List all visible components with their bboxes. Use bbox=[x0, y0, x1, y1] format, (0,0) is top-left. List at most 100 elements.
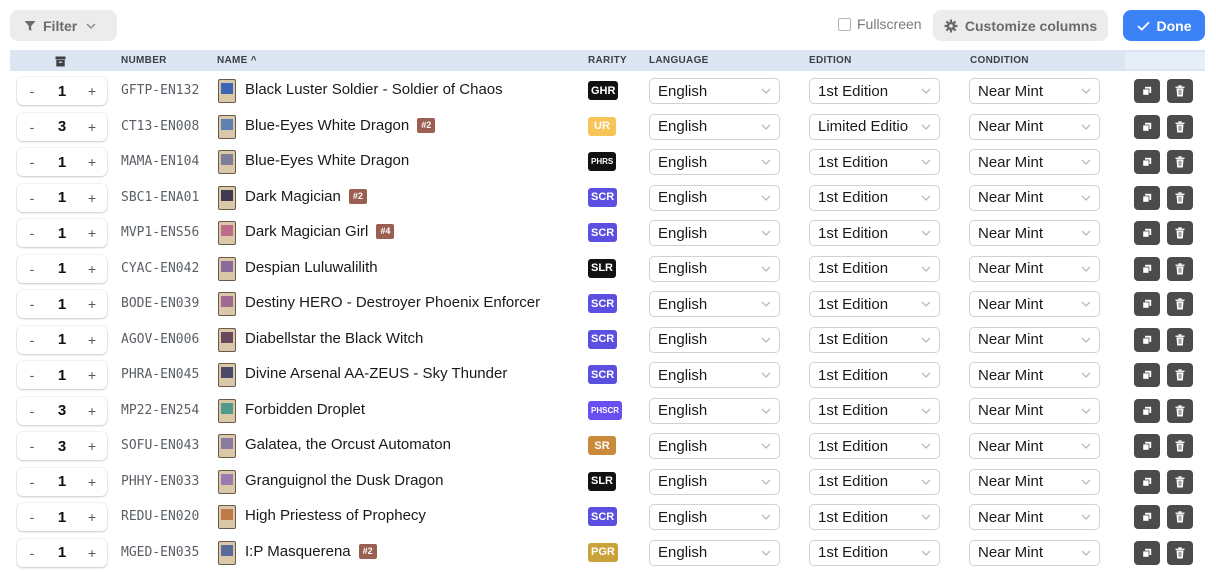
language-select[interactable]: English bbox=[649, 255, 780, 282]
card-name[interactable]: Blue-Eyes White Dragon bbox=[245, 117, 409, 134]
card-name[interactable]: High Priestess of Prophecy bbox=[245, 507, 426, 524]
copy-button[interactable] bbox=[1134, 150, 1160, 174]
increment-button[interactable]: + bbox=[87, 190, 97, 206]
language-select[interactable]: English bbox=[649, 362, 780, 388]
edition-select[interactable]: Limited Editio bbox=[809, 113, 940, 140]
language-select[interactable]: English bbox=[649, 220, 780, 246]
column-header-edition[interactable]: EDITION bbox=[809, 50, 852, 71]
increment-button[interactable]: + bbox=[87, 83, 97, 99]
quantity-stepper[interactable]: - 1 + bbox=[17, 77, 107, 105]
quantity-stepper[interactable]: - 1 + bbox=[17, 503, 107, 531]
increment-button[interactable]: + bbox=[87, 332, 97, 348]
edition-select[interactable]: 1st Edition bbox=[809, 504, 940, 530]
edition-select[interactable]: 1st Edition bbox=[809, 255, 940, 282]
done-button[interactable]: Done bbox=[1123, 10, 1205, 41]
card-name[interactable]: Galatea, the Orcust Automaton bbox=[245, 436, 451, 453]
decrement-button[interactable]: - bbox=[27, 154, 37, 170]
decrement-button[interactable]: - bbox=[27, 190, 37, 206]
delete-button[interactable] bbox=[1167, 505, 1193, 529]
card-name[interactable]: Black Luster Soldier - Soldier of Chaos bbox=[245, 81, 503, 98]
condition-select[interactable]: Near Mint bbox=[969, 220, 1100, 246]
increment-button[interactable]: + bbox=[87, 509, 97, 525]
language-select[interactable]: English bbox=[649, 149, 780, 175]
delete-button[interactable] bbox=[1167, 434, 1193, 458]
language-select[interactable]: English bbox=[649, 397, 780, 424]
copy-button[interactable] bbox=[1134, 505, 1160, 529]
increment-button[interactable]: + bbox=[87, 474, 97, 490]
condition-select[interactable]: Near Mint bbox=[969, 291, 1100, 317]
condition-select[interactable]: Near Mint bbox=[969, 397, 1100, 424]
condition-select[interactable]: Near Mint bbox=[969, 113, 1100, 140]
increment-button[interactable]: + bbox=[87, 225, 97, 241]
edition-select[interactable]: 1st Edition bbox=[809, 291, 940, 317]
edition-select[interactable]: 1st Edition bbox=[809, 433, 940, 459]
increment-button[interactable]: + bbox=[87, 261, 97, 277]
delete-button[interactable] bbox=[1167, 256, 1193, 281]
decrement-button[interactable]: - bbox=[27, 545, 37, 561]
quantity-stepper[interactable]: - 1 + bbox=[17, 290, 107, 318]
card-name[interactable]: Divine Arsenal AA-ZEUS - Sky Thunder bbox=[245, 365, 507, 382]
edition-select[interactable]: 1st Edition bbox=[809, 539, 940, 566]
language-select[interactable]: English bbox=[649, 539, 780, 566]
fullscreen-toggle[interactable]: Fullscreen bbox=[838, 16, 922, 32]
column-header-rarity[interactable]: RARITY bbox=[588, 50, 627, 71]
edition-select[interactable]: 1st Edition bbox=[809, 78, 940, 104]
decrement-button[interactable]: - bbox=[27, 367, 37, 383]
copy-button[interactable] bbox=[1134, 79, 1160, 103]
copy-button[interactable] bbox=[1134, 292, 1160, 316]
copy-button[interactable] bbox=[1134, 469, 1160, 494]
decrement-button[interactable]: - bbox=[27, 119, 37, 135]
language-select[interactable]: English bbox=[649, 184, 780, 211]
quantity-stepper[interactable]: - 3 + bbox=[17, 112, 107, 141]
filter-button[interactable]: Filter bbox=[10, 10, 117, 41]
delete-button[interactable] bbox=[1167, 79, 1193, 103]
edition-select[interactable]: 1st Edition bbox=[809, 326, 940, 353]
copy-button[interactable] bbox=[1134, 256, 1160, 281]
copy-button[interactable] bbox=[1134, 327, 1160, 352]
card-name[interactable]: Diabellstar the Black Witch bbox=[245, 330, 423, 347]
edition-select[interactable]: 1st Edition bbox=[809, 184, 940, 211]
copy-button[interactable] bbox=[1134, 221, 1160, 245]
card-name[interactable]: Despian Luluwalilith bbox=[245, 259, 378, 276]
increment-button[interactable]: + bbox=[87, 545, 97, 561]
increment-button[interactable]: + bbox=[87, 154, 97, 170]
increment-button[interactable]: + bbox=[87, 119, 97, 135]
decrement-button[interactable]: - bbox=[27, 225, 37, 241]
quantity-stepper[interactable]: - 1 + bbox=[17, 361, 107, 389]
condition-select[interactable]: Near Mint bbox=[969, 149, 1100, 175]
condition-select[interactable]: Near Mint bbox=[969, 255, 1100, 282]
card-name[interactable]: I:P Masquerena bbox=[245, 543, 351, 560]
delete-button[interactable] bbox=[1167, 185, 1193, 210]
edition-select[interactable]: 1st Edition bbox=[809, 468, 940, 495]
condition-select[interactable]: Near Mint bbox=[969, 504, 1100, 530]
language-select[interactable]: English bbox=[649, 504, 780, 530]
delete-button[interactable] bbox=[1167, 363, 1193, 387]
condition-select[interactable]: Near Mint bbox=[969, 184, 1100, 211]
quantity-stepper[interactable]: - 1 + bbox=[17, 183, 107, 212]
delete-button[interactable] bbox=[1167, 398, 1193, 423]
quantity-stepper[interactable]: - 1 + bbox=[17, 219, 107, 247]
language-select[interactable]: English bbox=[649, 291, 780, 317]
delete-button[interactable] bbox=[1167, 327, 1193, 352]
card-name[interactable]: Dark Magician Girl bbox=[245, 223, 368, 240]
quantity-stepper[interactable]: - 1 + bbox=[17, 467, 107, 496]
decrement-button[interactable]: - bbox=[27, 332, 37, 348]
delete-button[interactable] bbox=[1167, 540, 1193, 565]
quantity-stepper[interactable]: - 1 + bbox=[17, 254, 107, 283]
copy-button[interactable] bbox=[1134, 363, 1160, 387]
card-name[interactable]: Granguignol the Dusk Dragon bbox=[245, 472, 443, 489]
card-name[interactable]: Destiny HERO - Destroyer Phoenix Enforce… bbox=[245, 294, 540, 311]
language-select[interactable]: English bbox=[649, 468, 780, 495]
increment-button[interactable]: + bbox=[87, 438, 97, 454]
card-name[interactable]: Dark Magician bbox=[245, 188, 341, 205]
fullscreen-checkbox[interactable] bbox=[838, 17, 851, 31]
increment-button[interactable]: + bbox=[87, 367, 97, 383]
quantity-stepper[interactable]: - 1 + bbox=[17, 538, 107, 567]
card-name[interactable]: Blue-Eyes White Dragon bbox=[245, 152, 409, 169]
delete-button[interactable] bbox=[1167, 221, 1193, 245]
copy-button[interactable] bbox=[1134, 398, 1160, 423]
delete-button[interactable] bbox=[1167, 114, 1193, 139]
delete-button[interactable] bbox=[1167, 150, 1193, 174]
quantity-stepper[interactable]: - 3 + bbox=[17, 396, 107, 425]
increment-button[interactable]: + bbox=[87, 403, 97, 419]
